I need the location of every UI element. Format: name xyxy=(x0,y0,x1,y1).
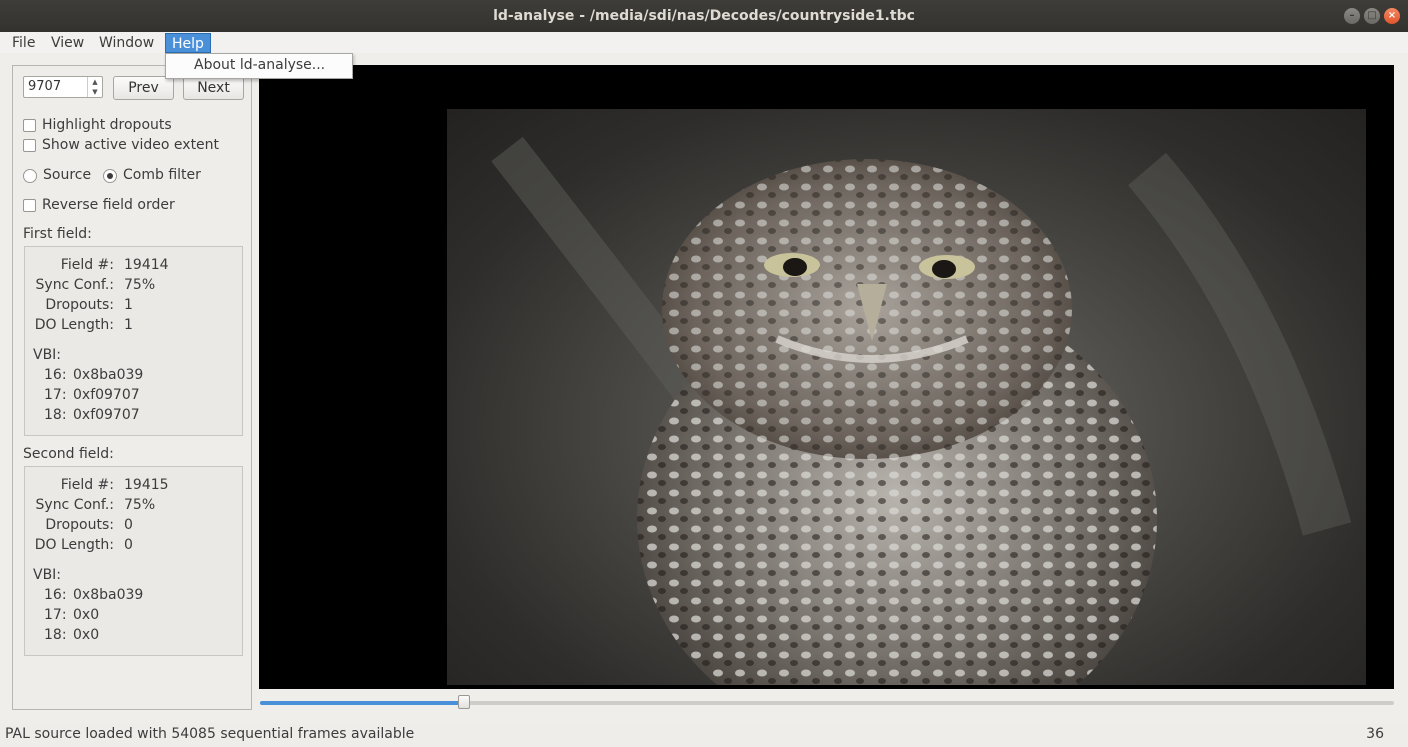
highlight-dropouts-label: Highlight dropouts xyxy=(42,117,172,133)
source-label: Source xyxy=(43,167,92,183)
minimize-icon[interactable]: – xyxy=(1344,8,1360,24)
slider-handle[interactable] xyxy=(458,695,470,709)
first-vbi-line: 17: xyxy=(44,387,67,403)
video-display[interactable] xyxy=(259,65,1394,689)
first-dolength-label: DO Length: xyxy=(34,317,114,333)
menu-file[interactable]: File xyxy=(6,33,41,53)
first-vbi-value: 0xf09707 xyxy=(73,407,140,423)
video-frame-image xyxy=(447,109,1366,685)
status-bar: PAL source loaded with 54085 sequential … xyxy=(0,723,1408,747)
owl-picture xyxy=(491,136,1352,685)
second-vbi-value: 0x0 xyxy=(73,607,100,623)
first-field-number-label: Field #: xyxy=(60,257,114,273)
comb-filter-label: Comb filter xyxy=(123,167,201,183)
second-dropouts-label: Dropouts: xyxy=(45,517,114,533)
first-vbi-line: 16: xyxy=(44,367,67,383)
menu-view[interactable]: View xyxy=(45,33,90,53)
first-dolength-value: 1 xyxy=(124,317,133,333)
second-sync-label: Sync Conf.: xyxy=(35,497,114,513)
next-button[interactable]: Next xyxy=(183,76,244,100)
reverse-field-order-label: Reverse field order xyxy=(42,197,175,213)
second-field-number-value: 19415 xyxy=(124,477,169,493)
maximize-icon[interactable]: □ xyxy=(1364,8,1380,24)
first-sync-label: Sync Conf.: xyxy=(35,277,114,293)
first-vbi-value: 0x8ba039 xyxy=(73,367,144,383)
second-vbi-line: 17: xyxy=(44,607,67,623)
first-vbi-line: 18: xyxy=(44,407,67,423)
spin-up-icon[interactable]: ▲ xyxy=(88,77,102,87)
second-field-number-label: Field #: xyxy=(60,477,114,493)
second-vbi-value: 0x8ba039 xyxy=(73,587,144,603)
second-vbi-line: 16: xyxy=(44,587,67,603)
prev-button[interactable]: Prev xyxy=(113,76,174,100)
status-message: PAL source loaded with 54085 sequential … xyxy=(5,726,415,742)
first-field-heading: First field: xyxy=(23,226,92,242)
slider-fill xyxy=(260,701,464,705)
title-bar: ld-analyse - /media/sdi/nas/Decodes/coun… xyxy=(0,0,1408,33)
comb-filter-radio[interactable] xyxy=(103,169,117,183)
first-sync-value: 75% xyxy=(124,277,156,293)
second-sync-value: 75% xyxy=(124,497,156,513)
frame-slider[interactable] xyxy=(260,695,1394,709)
second-field-heading: Second field: xyxy=(23,446,114,462)
second-vbi-label: VBI: xyxy=(33,567,62,583)
menu-window[interactable]: Window xyxy=(93,33,160,53)
frame-number-spinbox[interactable]: 9707 ▲ ▼ xyxy=(23,76,103,98)
second-dropouts-value: 0 xyxy=(124,517,133,533)
reverse-field-order-checkbox[interactable] xyxy=(23,199,36,212)
source-radio[interactable] xyxy=(23,169,37,183)
first-field-number-value: 19414 xyxy=(124,257,169,273)
menu-item-about[interactable]: About ld-analyse... xyxy=(194,57,325,73)
first-dropouts-label: Dropouts: xyxy=(45,297,114,313)
status-counter: 36 xyxy=(1366,726,1384,742)
spin-down-icon[interactable]: ▼ xyxy=(88,87,102,97)
highlight-dropouts-checkbox[interactable] xyxy=(23,119,36,132)
window-title: ld-analyse - /media/sdi/nas/Decodes/coun… xyxy=(493,8,915,24)
close-icon[interactable]: × xyxy=(1384,8,1400,24)
first-vbi-value: 0xf09707 xyxy=(73,387,140,403)
first-vbi-label: VBI: xyxy=(33,347,62,363)
menu-help[interactable]: Help xyxy=(165,33,211,53)
frame-number-value[interactable]: 9707 xyxy=(28,79,61,94)
second-dolength-label: DO Length: xyxy=(34,537,114,553)
second-vbi-value: 0x0 xyxy=(73,627,100,643)
first-dropouts-value: 1 xyxy=(124,297,133,313)
second-vbi-line: 18: xyxy=(44,627,67,643)
show-active-video-label: Show active video extent xyxy=(42,137,220,153)
second-dolength-value: 0 xyxy=(124,537,133,553)
help-dropdown: About ld-analyse... xyxy=(165,53,353,79)
menu-bar: File View Window Help xyxy=(0,32,1408,53)
show-active-video-checkbox[interactable] xyxy=(23,139,36,152)
